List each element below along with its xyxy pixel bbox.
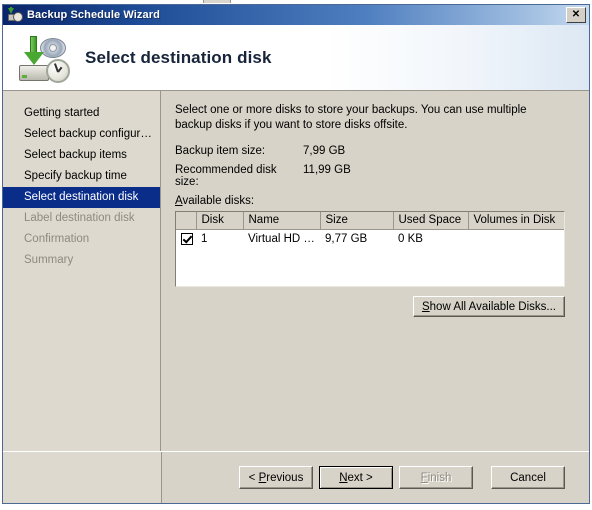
backup-item-size-value: 7,99 GB [303, 145, 346, 157]
backup-schedule-wizard-window: Backup Schedule Wizard ✕ Select destinat… [2, 4, 590, 504]
sidebar-item-label: Confirmation [24, 233, 90, 245]
show-all-mnemonic: S [421, 300, 430, 313]
available-disks-label-rest: vailable disks: [182, 195, 255, 207]
previous-button[interactable]: < Previous [239, 466, 313, 489]
recommended-disk-size-row: Recommended disk size: 11,99 GB [175, 164, 575, 188]
show-all-label-rest: how All Available Disks... [429, 300, 557, 313]
sidebar-item-label: Label destination disk [24, 212, 135, 224]
wizard-steps-sidebar: Getting started Select backup configur… … [3, 91, 161, 451]
previous-label-rest: revious [266, 471, 304, 484]
row-select-cell[interactable] [176, 229, 196, 248]
next-label-rest: ext > [347, 471, 373, 484]
disk-clock-arrow-icon [15, 32, 71, 84]
screen: Backup Schedule Wizard ✕ Select destinat… [0, 0, 592, 510]
previous-mnemonic: P [258, 471, 267, 484]
sidebar-item-select-destination-disk[interactable]: Select destination disk [3, 187, 160, 208]
sidebar-item-label: Select backup configur… [24, 128, 152, 140]
disk-select-checkbox[interactable] [181, 232, 193, 245]
column-header-volumes-in-disk[interactable]: Volumes in Disk [468, 212, 564, 230]
sidebar-item-getting-started[interactable]: Getting started [3, 103, 160, 124]
sidebar-item-label: Specify backup time [24, 170, 127, 182]
wizard-banner: Select destination disk [3, 25, 589, 91]
sidebar-item-specify-backup-time[interactable]: Specify backup time [3, 166, 160, 187]
sidebar-item-select-backup-configuration[interactable]: Select backup configur… [3, 124, 160, 145]
table-header-row: Disk Name Size Used Space Volumes in Dis… [176, 212, 564, 230]
sidebar-item-label: Select destination disk [24, 191, 139, 203]
backup-item-size-row: Backup item size: 7,99 GB [175, 145, 575, 157]
table-row[interactable]: 1 Virtual HD … 9,77 GB 0 KB [176, 229, 564, 248]
cell-volumes-in-disk [468, 229, 564, 248]
column-header-size[interactable]: Size [320, 212, 394, 230]
backup-item-size-label: Backup item size: [175, 145, 266, 157]
recommended-disk-size-label: Recommended disk size: [175, 164, 277, 188]
cancel-button[interactable]: Cancel [491, 466, 565, 489]
page-title: Select destination disk [85, 47, 272, 67]
finish-mnemonic: F [420, 471, 428, 484]
title-bar: Backup Schedule Wizard ✕ [3, 5, 589, 25]
close-icon[interactable]: ✕ [566, 7, 586, 23]
window-title: Backup Schedule Wizard [27, 9, 160, 21]
content-pane: Select one or more disks to store your b… [161, 91, 589, 451]
sidebar-item-select-backup-items[interactable]: Select backup items [3, 145, 160, 166]
cell-name: Virtual HD … [248, 232, 315, 245]
recommended-disk-size-value: 11,99 GB [303, 164, 351, 176]
body-area: Getting started Select backup configur… … [3, 91, 589, 451]
column-header-name[interactable]: Name [243, 212, 321, 230]
column-header-checkbox[interactable] [176, 212, 197, 230]
column-header-used-space[interactable]: Used Space [393, 212, 469, 230]
next-button[interactable]: Next > [319, 466, 393, 489]
footer-sidebar-fill [3, 452, 161, 503]
show-all-disks-row: Show All Available Disks... [175, 296, 565, 317]
background-window-fragment [203, 0, 231, 3]
footer: < Previous Next > Finish Cancel [3, 451, 589, 503]
instructions-text: Select one or more disks to store your b… [175, 104, 527, 131]
footer-buttons: < Previous Next > Finish Cancel [161, 452, 589, 503]
sidebar-item-label: Summary [24, 254, 74, 266]
finish-button: Finish [399, 466, 473, 489]
available-disks-table[interactable]: Disk Name Size Used Space Volumes in Dis… [175, 211, 565, 287]
finish-label-rest: inish [427, 471, 452, 484]
cell-disk: 1 [201, 232, 208, 245]
previous-label-pre: < [248, 471, 259, 484]
sidebar-item-label: Select backup items [24, 149, 127, 161]
available-disks-label: Available disks: [175, 195, 575, 207]
sidebar-item-summary: Summary [3, 250, 160, 271]
sidebar-item-confirmation: Confirmation [3, 229, 160, 250]
cell-used-space: 0 KB [398, 232, 423, 245]
cell-size: 9,77 GB [325, 232, 368, 245]
next-mnemonic: N [339, 471, 348, 484]
sidebar-item-label: Getting started [24, 107, 100, 119]
show-all-available-disks-button[interactable]: Show All Available Disks... [413, 296, 565, 317]
sidebar-item-label-destination-disk: Label destination disk [3, 208, 160, 229]
backup-schedule-icon [7, 7, 23, 23]
column-header-disk[interactable]: Disk [196, 212, 244, 230]
